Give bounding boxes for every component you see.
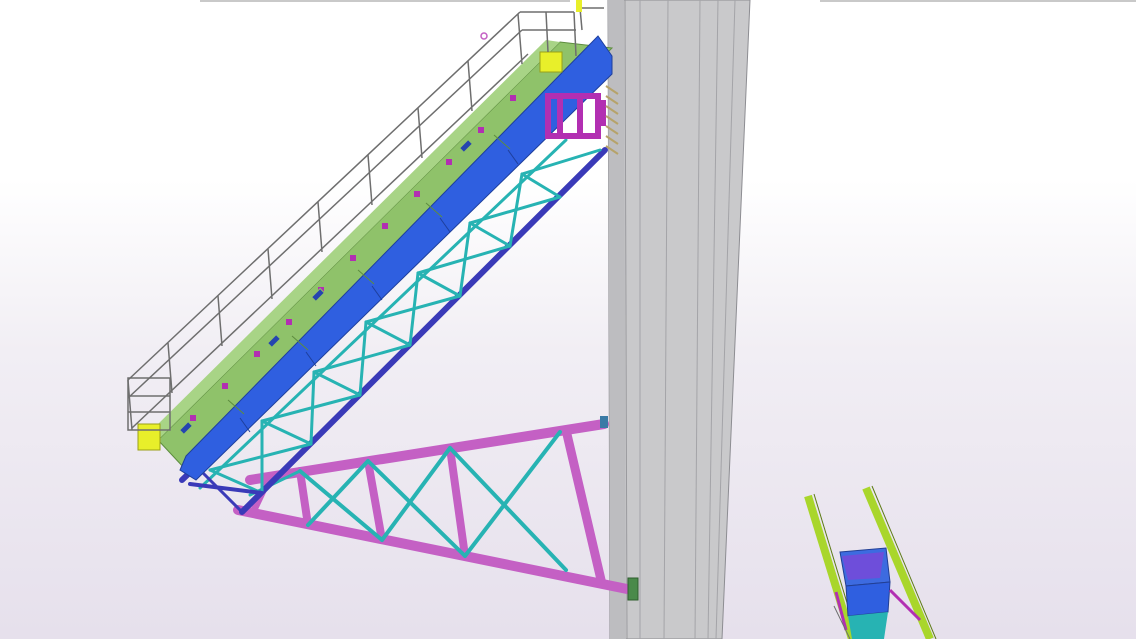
transfer-chute[interactable] (804, 485, 937, 639)
support-bracket-truss[interactable] (233, 416, 639, 601)
conveyor-gallery[interactable] (137, 35, 619, 481)
concrete-column[interactable] (607, 0, 751, 639)
connection-point-marker (480, 32, 488, 40)
3d-model-view[interactable] (0, 0, 1136, 639)
head-end-marker (576, 0, 582, 12)
model-viewport[interactable] (0, 0, 1136, 639)
